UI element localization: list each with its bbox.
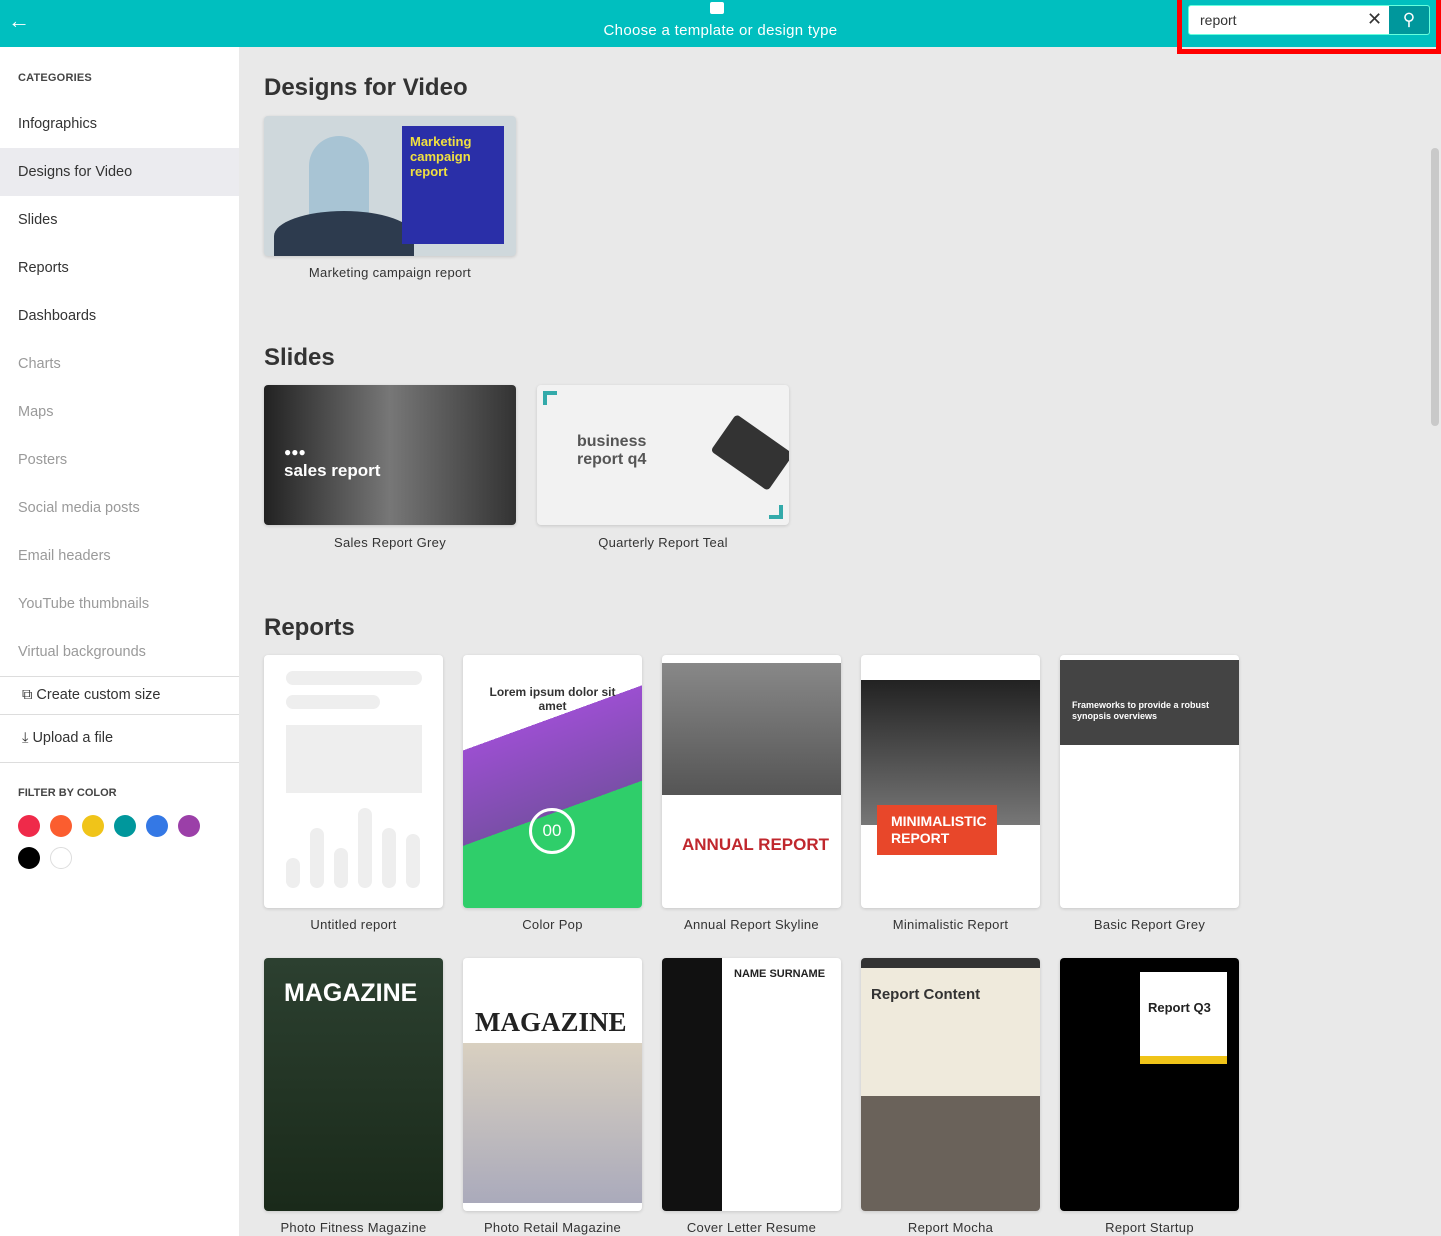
thumb-title: MAGAZINE bbox=[475, 1007, 627, 1037]
sidebar-item-youtube-thumbnails[interactable]: YouTube thumbnails bbox=[0, 580, 239, 628]
template-label: Photo Retail Magazine bbox=[483, 1220, 622, 1235]
sidebar-item-virtual-backgrounds[interactable]: Virtual backgrounds bbox=[0, 628, 239, 676]
placeholder-bar bbox=[358, 808, 372, 888]
sidebar: CATEGORIES Infographics Designs for Video… bbox=[0, 47, 239, 1236]
sidebar-item-reports[interactable]: Reports bbox=[0, 244, 239, 292]
thumb-title: Report Content bbox=[871, 986, 981, 1003]
sidebar-item-email-headers[interactable]: Email headers bbox=[0, 532, 239, 580]
thumb-title: Marketing campaign report bbox=[402, 126, 504, 244]
laptop-image bbox=[710, 413, 789, 492]
sidebar-item-slides[interactable]: Slides bbox=[0, 196, 239, 244]
thumb-title: Lorem ipsum dolor sit amet bbox=[489, 685, 616, 714]
section-title-video: Designs for Video bbox=[264, 74, 468, 101]
create-custom-size-label: Create custom size bbox=[36, 687, 161, 703]
thumb-title: Frameworks to provide a robust synopsis … bbox=[1072, 700, 1210, 721]
placeholder-block bbox=[286, 695, 380, 709]
color-filter-3478e5[interactable] bbox=[146, 815, 168, 837]
template-card-photo-retail-magazine[interactable]: MAGAZINE bbox=[463, 958, 642, 1211]
upload-icon: ⤓ bbox=[22, 730, 29, 746]
template-card-report-mocha[interactable]: Report Content bbox=[861, 958, 1040, 1211]
dots-decoration: ●●● bbox=[284, 445, 306, 459]
placeholder-bar bbox=[310, 828, 324, 888]
template-card-cover-letter-resume[interactable]: NAME SURNAME bbox=[662, 958, 841, 1211]
template-label: Annual Report Skyline bbox=[684, 917, 819, 932]
template-label: Quarterly Report Teal bbox=[598, 535, 728, 550]
template-card-marketing-campaign-report[interactable]: Marketing campaign report bbox=[264, 116, 516, 256]
color-filter-f0c419[interactable] bbox=[82, 815, 104, 837]
template-label: Minimalistic Report bbox=[892, 917, 1009, 932]
template-card-sales-report-grey[interactable]: ●●● sales report bbox=[264, 385, 516, 525]
divider bbox=[0, 762, 239, 763]
placeholder-bar bbox=[334, 848, 348, 888]
color-filter-fb5d2f[interactable] bbox=[50, 815, 72, 837]
placeholder-bar bbox=[406, 834, 420, 888]
template-card-photo-fitness-magazine[interactable]: MAGAZINE bbox=[264, 958, 443, 1211]
placeholder-block bbox=[286, 671, 422, 685]
color-filter-000000[interactable] bbox=[18, 847, 40, 869]
template-label: Color Pop bbox=[522, 917, 583, 932]
color-filter-ef2a4a[interactable] bbox=[18, 815, 40, 837]
template-label: Photo Fitness Magazine bbox=[280, 1220, 427, 1235]
color-filter-00979c[interactable] bbox=[114, 815, 136, 837]
search-icon: ⚲ bbox=[1402, 10, 1416, 29]
categories-heading: CATEGORIES bbox=[18, 72, 92, 84]
thumb-title: MAGAZINE bbox=[284, 979, 418, 1007]
template-label: Report Mocha bbox=[907, 1220, 994, 1235]
thumb-title: Report Q3 bbox=[1140, 972, 1227, 1064]
template-card-color-pop[interactable]: 00 Lorem ipsum dolor sit amet bbox=[463, 655, 642, 908]
template-label: Untitled report bbox=[310, 917, 397, 932]
divider bbox=[0, 714, 239, 715]
sidebar-item-dashboards[interactable]: Dashboards bbox=[0, 292, 239, 340]
sidebar-item-infographics[interactable]: Infographics bbox=[0, 100, 239, 148]
template-label: Marketing campaign report bbox=[308, 265, 472, 280]
corner-decoration bbox=[769, 505, 783, 519]
section-title-reports: Reports bbox=[264, 614, 355, 641]
placeholder-bar bbox=[286, 858, 300, 888]
sidebar-item-designs-for-video[interactable]: Designs for Video bbox=[0, 148, 239, 196]
resize-icon: ⧉ bbox=[22, 687, 33, 703]
upload-file-label: Upload a file bbox=[32, 730, 114, 746]
template-label: Basic Report Grey bbox=[1093, 917, 1206, 932]
template-card-untitled-report[interactable] bbox=[264, 655, 443, 908]
template-label: Sales Report Grey bbox=[333, 535, 447, 550]
character-body bbox=[274, 211, 414, 256]
number-circle: 00 bbox=[529, 808, 575, 854]
template-icon bbox=[710, 2, 724, 14]
template-label: Cover Letter Resume bbox=[686, 1220, 817, 1235]
filter-by-color-heading: FILTER BY COLOR bbox=[18, 787, 117, 799]
scrollbar[interactable] bbox=[1431, 148, 1439, 426]
template-label: Report Startup bbox=[1105, 1220, 1194, 1235]
sidebar-item-posters[interactable]: Posters bbox=[0, 436, 239, 484]
upload-file-button[interactable]: ⤓ Upload a file bbox=[0, 719, 239, 757]
thumb-title: ANNUAL REPORT bbox=[682, 835, 830, 854]
close-icon[interactable]: ✕ bbox=[1367, 9, 1382, 30]
template-card-annual-report-skyline[interactable]: ANNUAL REPORT bbox=[662, 655, 841, 908]
search-button[interactable]: ⚲ bbox=[1389, 6, 1429, 34]
template-card-report-startup[interactable]: Report Q3 bbox=[1060, 958, 1239, 1211]
create-custom-size-button[interactable]: ⧉ Create custom size bbox=[0, 676, 239, 714]
template-card-minimalistic-report[interactable]: MINIMALISTIC REPORT bbox=[861, 655, 1040, 908]
template-card-basic-report-grey[interactable]: Frameworks to provide a robust synopsis … bbox=[1060, 655, 1239, 908]
corner-decoration bbox=[543, 391, 557, 405]
sidebar-item-charts[interactable]: Charts bbox=[0, 340, 239, 388]
thumb-title: MINIMALISTIC REPORT bbox=[877, 805, 997, 855]
placeholder-block bbox=[286, 725, 422, 793]
placeholder-bar bbox=[382, 828, 396, 888]
thumb-title: sales report bbox=[284, 461, 381, 480]
sidebar-item-maps[interactable]: Maps bbox=[0, 388, 239, 436]
sidebar-item-social-media-posts[interactable]: Social media posts bbox=[0, 484, 239, 532]
search-input[interactable] bbox=[1189, 6, 1379, 34]
search-box: ✕ ⚲ bbox=[1188, 5, 1430, 35]
color-filter-9b3fa8[interactable] bbox=[178, 815, 200, 837]
thumb-title: NAME SURNAME bbox=[734, 968, 826, 980]
thumb-title: business report q4 bbox=[577, 433, 647, 468]
color-filter-ffffff[interactable] bbox=[50, 847, 72, 869]
section-title-slides: Slides bbox=[264, 344, 335, 371]
template-card-quarterly-report-teal[interactable]: business report q4 bbox=[537, 385, 789, 525]
